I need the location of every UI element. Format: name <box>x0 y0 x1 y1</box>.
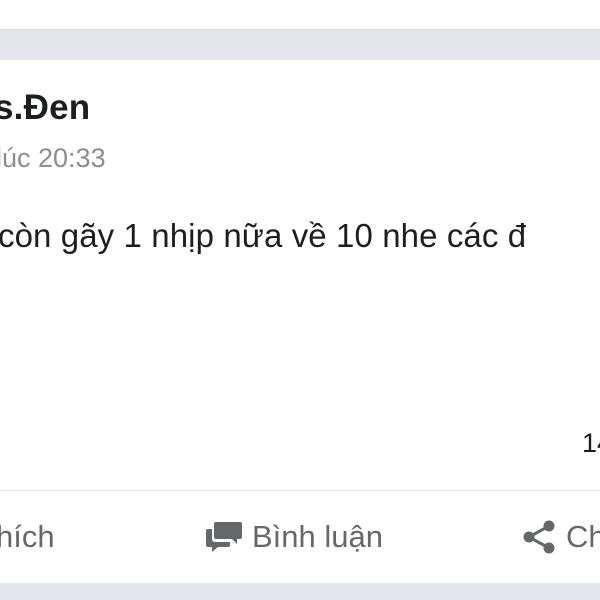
post-card: s.Đen lúc 20:33 còn gãy 1 nhịp nữa về 10… <box>0 60 600 583</box>
share-button[interactable]: Ch <box>522 491 600 583</box>
like-button-label: hích <box>0 519 55 554</box>
previous-post-edge <box>0 0 600 30</box>
feed-separator-bottom <box>0 583 600 600</box>
post-action-bar: hích Bình luận Ch <box>0 491 600 583</box>
reaction-count[interactable]: 14 <box>582 428 600 459</box>
comment-button-label: Bình luận <box>252 519 383 554</box>
share-button-label: Ch <box>566 519 600 554</box>
comment-bubbles-icon <box>206 521 242 553</box>
post-author-name[interactable]: s.Đen <box>0 88 90 128</box>
share-icon <box>522 519 556 555</box>
comment-button[interactable]: Bình luận <box>206 491 383 583</box>
post-body-text: còn gãy 1 nhịp nữa về 10 nhe các đ <box>0 217 527 254</box>
post-timestamp[interactable]: lúc 20:33 <box>0 143 106 174</box>
like-button[interactable]: hích <box>0 491 55 583</box>
feed-viewport: s.Đen lúc 20:33 còn gãy 1 nhịp nữa về 10… <box>0 0 600 600</box>
feed-separator-top <box>0 30 600 60</box>
